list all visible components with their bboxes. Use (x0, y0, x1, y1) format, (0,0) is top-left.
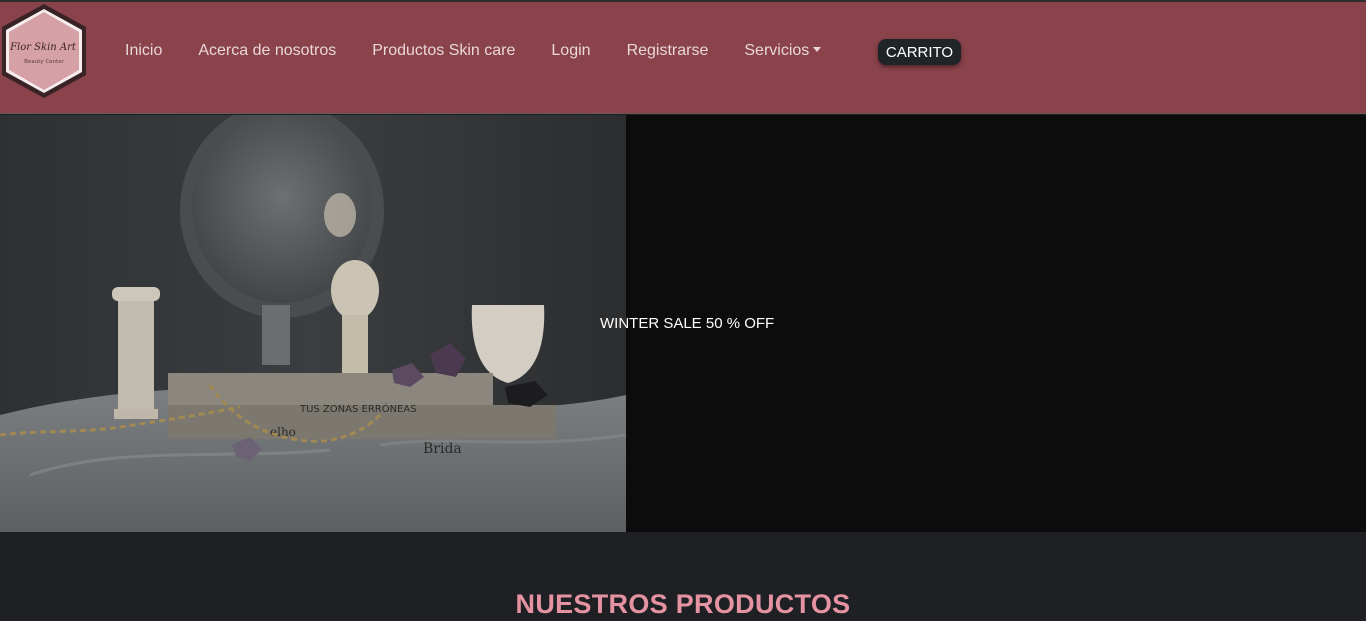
nav-item-servicios[interactable]: Servicios (726, 42, 839, 60)
caret-down-icon (813, 47, 822, 52)
nav-item-productos[interactable]: Productos Skin care (354, 42, 533, 60)
logo-subtitle: Beauty Center (24, 59, 64, 65)
cart-button[interactable]: CARRITO (878, 39, 961, 65)
nav-item-acerca[interactable]: Acerca de nosotros (180, 42, 354, 60)
nav-item-inicio[interactable]: Inicio (107, 42, 180, 60)
logo-text: Flor Skin Art (9, 42, 77, 53)
book-title-bottom: Brida (423, 441, 462, 457)
products-section: NUESTROS PRODUCTOS (0, 532, 1366, 621)
brand-logo[interactable]: Flor Skin Art Beauty Center (0, 2, 88, 100)
servicios-label: Servicios (744, 42, 810, 59)
hero-carousel: TUS ZONAS ERRÓNEAS Brida elho WINTER SAL… (0, 115, 1366, 532)
products-title: NUESTROS PRODUCTOS (515, 589, 851, 619)
navbar: Flor Skin Art Beauty Center Inicio Acerc… (0, 2, 1366, 114)
nav-item-registrarse[interactable]: Registrarse (609, 42, 727, 60)
hero-caption: WINTER SALE 50 % OFF (600, 315, 775, 332)
nav-links: Inicio Acerca de nosotros Productos Skin… (107, 38, 839, 64)
nav-item-login[interactable]: Login (533, 42, 608, 60)
book-title-top: TUS ZONAS ERRÓNEAS (299, 402, 417, 415)
hexagon-logo-icon: Flor Skin Art Beauty Center (2, 4, 86, 98)
hero-image: TUS ZONAS ERRÓNEAS Brida elho (0, 115, 626, 532)
